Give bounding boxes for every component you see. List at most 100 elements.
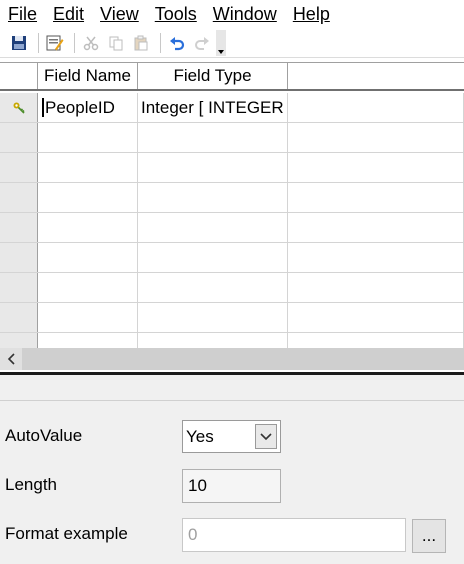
save-button[interactable]	[8, 32, 30, 54]
field-name-cell[interactable]	[38, 273, 138, 302]
menu-window[interactable]: Window	[205, 0, 285, 28]
field-type-cell[interactable]: Integer [ INTEGER ]	[138, 93, 288, 122]
menu-bar: File Edit View Tools Window Help	[0, 0, 464, 28]
edit-properties-icon	[46, 35, 64, 50]
row-handle[interactable]	[0, 213, 38, 242]
field-type-cell[interactable]	[138, 123, 288, 152]
horizontal-scrollbar[interactable]	[0, 348, 464, 370]
length-field[interactable]: 10	[182, 469, 281, 503]
table-row[interactable]	[0, 333, 464, 348]
field-type-cell[interactable]	[138, 273, 288, 302]
table-row[interactable]	[0, 243, 464, 273]
length-label: Length	[5, 475, 57, 494]
table-row[interactable]: PeopleID Integer [ INTEGER ]	[0, 93, 464, 123]
format-example-field: 0	[182, 518, 406, 552]
field-type-cell[interactable]	[138, 333, 288, 348]
autovalue-label: AutoValue	[5, 426, 83, 445]
field-type-value: Integer [ INTEGER ]	[141, 97, 288, 117]
undo-icon	[170, 36, 185, 50]
cut-button[interactable]	[80, 32, 102, 54]
paste-icon	[134, 35, 148, 50]
column-header-field-name[interactable]: Field Name	[38, 63, 138, 89]
column-header-field-type[interactable]: Field Type	[138, 63, 288, 89]
panel-divider	[0, 400, 464, 401]
table-row[interactable]	[0, 273, 464, 303]
row-handle[interactable]	[0, 303, 38, 332]
autovalue-select[interactable]: Yes	[182, 420, 281, 453]
row-handle[interactable]	[0, 153, 38, 182]
field-type-cell[interactable]	[138, 213, 288, 242]
redo-button[interactable]	[191, 32, 213, 54]
table-row[interactable]	[0, 303, 464, 333]
toolbar-separator	[160, 32, 161, 53]
description-cell[interactable]	[288, 273, 464, 302]
row-handle[interactable]	[0, 183, 38, 212]
field-name-cell[interactable]	[38, 243, 138, 272]
field-type-cell[interactable]	[138, 183, 288, 212]
format-example-value: 0	[188, 525, 198, 544]
row-handle[interactable]	[0, 243, 38, 272]
cut-icon	[83, 36, 99, 50]
field-type-cell[interactable]	[138, 153, 288, 182]
copy-icon	[109, 36, 123, 50]
toolbar-overflow-button[interactable]	[216, 29, 226, 56]
menu-edit[interactable]: Edit	[45, 0, 92, 28]
autovalue-dropdown-button[interactable]	[255, 424, 277, 449]
description-cell[interactable]	[288, 153, 464, 182]
table-row[interactable]	[0, 123, 464, 153]
row-handle[interactable]	[0, 123, 38, 152]
scroll-left-button[interactable]	[0, 348, 22, 370]
table-row[interactable]	[0, 213, 464, 243]
menu-view[interactable]: View	[92, 0, 147, 28]
table-row[interactable]	[0, 153, 464, 183]
field-type-cell[interactable]	[138, 303, 288, 332]
chevron-left-icon	[7, 353, 15, 365]
toolbar-separator	[74, 32, 75, 53]
row-handle-header	[0, 63, 38, 89]
undo-button[interactable]	[166, 32, 188, 54]
field-name-value: PeopleID	[45, 97, 115, 117]
menu-file[interactable]: File	[0, 0, 45, 28]
description-cell[interactable]	[288, 333, 464, 348]
description-cell[interactable]	[288, 213, 464, 242]
description-cell[interactable]	[288, 303, 464, 332]
table-design-grid: Field Name Field Type PeopleID Integer […	[0, 62, 464, 348]
text-cursor	[42, 98, 44, 117]
description-cell[interactable]	[288, 123, 464, 152]
description-cell[interactable]	[288, 243, 464, 272]
format-options-button[interactable]: ...	[412, 519, 446, 553]
menu-tools[interactable]: Tools	[147, 0, 205, 28]
column-header-blank	[288, 63, 464, 89]
grid-rows: PeopleID Integer [ INTEGER ]	[0, 93, 464, 348]
chevron-down-icon	[260, 432, 272, 440]
field-type-cell[interactable]	[138, 243, 288, 272]
table-row[interactable]	[0, 183, 464, 213]
row-handle[interactable]	[0, 273, 38, 302]
row-handle[interactable]	[0, 93, 38, 122]
field-name-cell[interactable]	[38, 183, 138, 212]
chevron-down-icon	[218, 49, 224, 54]
length-value: 10	[188, 476, 207, 495]
redo-icon	[195, 36, 209, 50]
format-options-button-label: ...	[421, 526, 437, 545]
field-name-cell[interactable]: PeopleID	[38, 93, 138, 122]
toolbar-separator	[38, 32, 39, 53]
field-name-cell[interactable]	[38, 123, 138, 152]
copy-button[interactable]	[105, 32, 127, 54]
paste-button[interactable]	[130, 32, 152, 54]
primary-key-icon	[13, 102, 25, 114]
description-cell[interactable]	[288, 93, 464, 122]
menu-help[interactable]: Help	[285, 0, 338, 28]
row-handle[interactable]	[0, 333, 38, 348]
field-name-cell[interactable]	[38, 333, 138, 348]
description-cell[interactable]	[288, 183, 464, 212]
field-name-cell[interactable]	[38, 303, 138, 332]
field-name-cell[interactable]	[38, 213, 138, 242]
edit-properties-button[interactable]	[44, 32, 66, 54]
scroll-track[interactable]	[22, 348, 464, 370]
save-icon	[12, 35, 26, 50]
format-example-label: Format example	[5, 524, 128, 543]
autovalue-value: Yes	[186, 426, 214, 446]
field-name-cell[interactable]	[38, 153, 138, 182]
toolbar	[0, 28, 464, 58]
